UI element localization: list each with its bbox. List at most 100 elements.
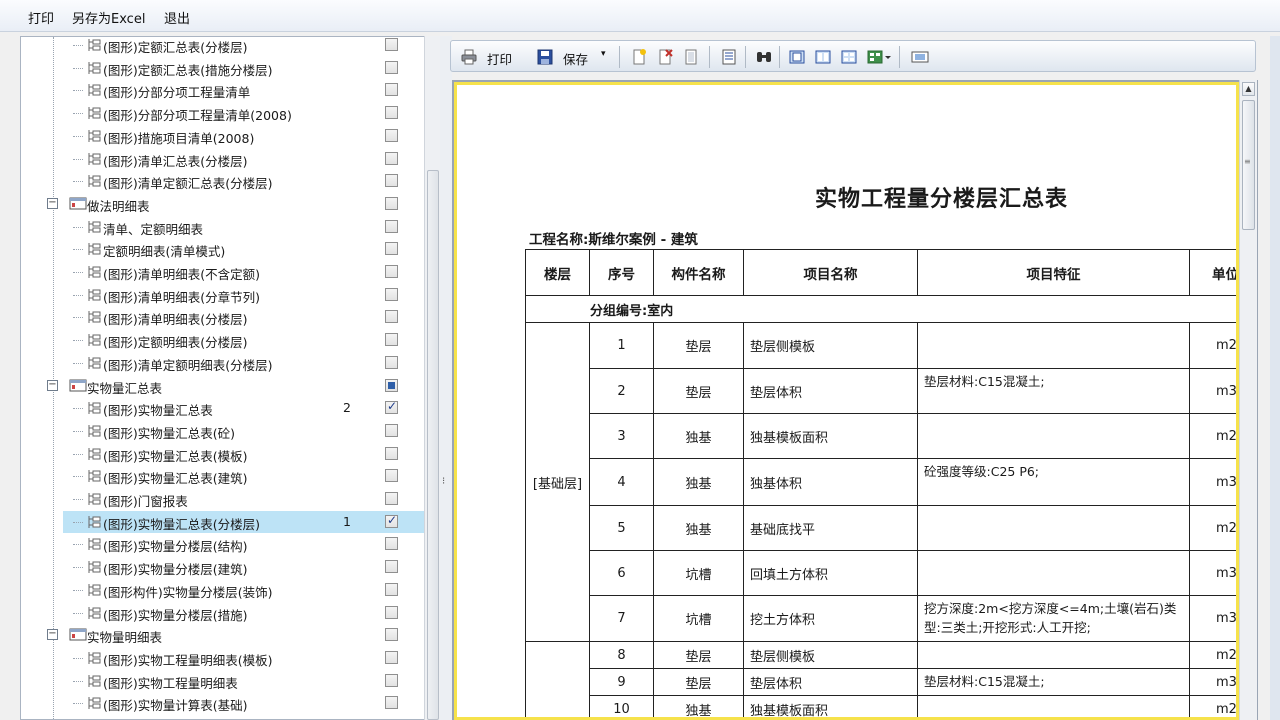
preview-scrollbar[interactable]: ▲ ≡ <box>1239 80 1257 720</box>
save-button[interactable]: 保存 ▾ <box>537 47 611 67</box>
print-button[interactable]: 打印 <box>461 47 521 67</box>
tree-item[interactable]: (图形)分部分项工程量清单 <box>21 79 417 101</box>
new-page-icon[interactable] <box>631 47 647 67</box>
tree-item-checkbox[interactable] <box>385 38 398 51</box>
tree-group-node[interactable]: − 实物量明细表 <box>21 624 417 646</box>
page-setup-icon[interactable] <box>721 47 737 67</box>
collapse-toggle-icon[interactable]: − <box>47 629 58 641</box>
tree-item-checkbox[interactable] <box>385 605 398 619</box>
tree-item-checkbox[interactable] <box>385 423 398 437</box>
tree-item[interactable]: (图形)实物量汇总表(建筑) <box>21 465 417 487</box>
tree-item[interactable]: (图形)清单明细表(分楼层) <box>21 306 417 328</box>
tree-item[interactable]: (图形)实物量汇总表(模板) <box>21 443 417 465</box>
tree-item-checkbox[interactable] <box>385 582 398 596</box>
report-doc-icon <box>88 39 101 51</box>
tree-item-checkbox[interactable] <box>385 696 398 710</box>
tree-item-label: (图形)实物工程量明细表(模板) <box>103 652 273 668</box>
multi-page-dropdown-icon[interactable] <box>867 47 891 67</box>
delete-page-icon[interactable] <box>657 47 673 67</box>
menu-bar: 打印 另存为Excel 退出 <box>0 0 1280 32</box>
tree-branch-line <box>73 612 83 614</box>
tree-item-checkbox[interactable] <box>385 469 398 483</box>
tree-item[interactable]: (图形构件)实物量分楼层(装饰) <box>21 579 417 601</box>
tree-item-checkbox[interactable] <box>385 287 398 301</box>
tree-item-checkbox[interactable] <box>385 196 398 210</box>
tree-item[interactable]: (图形)清单汇总表(分楼层) <box>21 148 417 170</box>
tree-item[interactable]: (图形)实物量汇总表 2 <box>21 397 417 419</box>
tree-branch-line <box>73 567 83 569</box>
tree-item-checkbox[interactable] <box>385 513 398 528</box>
feature-cell <box>917 641 1190 669</box>
tree-item[interactable]: (图形)分部分项工程量清单(2008) <box>21 102 417 124</box>
tree-item-checkbox[interactable] <box>385 151 398 165</box>
tree-item-checkbox[interactable] <box>385 355 398 369</box>
tree-item[interactable]: 清单、定额明细表 <box>21 216 417 238</box>
tree-item-checkbox[interactable] <box>385 333 398 347</box>
tree-item-checkbox[interactable] <box>385 492 398 505</box>
tree-item[interactable]: (图形)清单明细表(不含定额) <box>21 261 417 283</box>
tree-item[interactable]: (图形)措施项目清单(2008) <box>21 125 417 147</box>
two-page-icon[interactable] <box>815 47 831 67</box>
unit-cell: m3 <box>1189 595 1236 642</box>
tree-item-checkbox[interactable] <box>385 537 398 551</box>
tree-item-checkbox[interactable] <box>385 242 398 256</box>
tree-item[interactable]: (图形)实物量计算表(基础) <box>21 692 417 714</box>
tree-item[interactable]: (图形)定额汇总表(分楼层) <box>21 37 417 56</box>
tree-item-checkbox[interactable] <box>385 128 398 142</box>
tree-item-count: 2 <box>343 400 351 416</box>
tree-item-checkbox[interactable] <box>385 310 398 324</box>
tree-item[interactable]: (图形)清单明细表(分章节列) <box>21 284 417 306</box>
tree-item-checkbox[interactable] <box>385 446 398 460</box>
header-item: 项目名称 <box>743 249 918 296</box>
tree-item-label: (图形)实物工程量明细表 <box>103 675 238 691</box>
tree-group-node[interactable]: − 实物量汇总表 <box>21 375 417 397</box>
report-doc-icon <box>88 84 101 97</box>
tree-item-checkbox[interactable] <box>385 265 398 278</box>
tree-item-checkbox[interactable] <box>385 399 398 415</box>
panel-splitter[interactable]: ⁝ <box>440 36 452 720</box>
tree-item-checkbox[interactable] <box>385 628 398 642</box>
menu-save-excel[interactable]: 另存为Excel <box>72 8 145 27</box>
tree-item-checkbox[interactable] <box>385 60 398 74</box>
tree-item[interactable]: (图形)清单定额明细表(分楼层) <box>21 352 417 374</box>
tree-item[interactable]: (图形)门窗报表 <box>21 488 417 510</box>
tree-item[interactable]: (图形)实物量汇总表(砼) <box>21 420 417 442</box>
zoom-icon[interactable] <box>911 47 929 67</box>
tree-item-checkbox[interactable] <box>385 650 398 664</box>
tree-item[interactable]: (图形)清单定额汇总表(分楼层) <box>21 170 417 192</box>
tree-item[interactable]: (图形)实物量分楼层(结构) <box>21 533 417 555</box>
item-name-cell: 基础底找平 <box>743 505 918 551</box>
page-icon[interactable] <box>683 47 699 67</box>
tree-item[interactable]: (图形)实物量汇总表(分楼层) 1 <box>63 510 437 533</box>
tree-item-checkbox[interactable] <box>385 83 398 97</box>
tree-scrollbar[interactable] <box>424 36 440 720</box>
collapse-toggle-icon[interactable]: − <box>47 379 58 391</box>
menu-print[interactable]: 打印 <box>28 8 54 27</box>
tree-group-node[interactable]: − 做法明细表 <box>21 193 417 215</box>
single-page-icon[interactable] <box>789 47 805 67</box>
four-page-icon[interactable] <box>841 47 857 67</box>
tree-item-checkbox[interactable] <box>385 673 398 687</box>
find-icon[interactable] <box>755 47 773 67</box>
collapse-toggle-icon[interactable]: − <box>47 197 58 209</box>
tree-item-label: (图形)分部分项工程量清单 <box>103 85 251 101</box>
tree-item-checkbox[interactable] <box>385 378 398 392</box>
item-name-cell: 回填土方体积 <box>743 550 918 596</box>
tree-item-checkbox[interactable] <box>385 560 398 574</box>
tree-item[interactable]: (图形)定额汇总表(措施分楼层) <box>21 57 417 79</box>
tree-item-checkbox[interactable] <box>385 106 398 120</box>
tree-branch-line <box>73 657 83 659</box>
tree-item[interactable]: (图形)实物工程量明细表 <box>21 670 417 692</box>
report-doc-icon <box>88 424 101 437</box>
scroll-up-icon[interactable]: ▲ <box>1242 82 1255 96</box>
seq-cell: 10 <box>589 695 654 717</box>
menu-exit[interactable]: 退出 <box>164 8 190 27</box>
tree-item[interactable]: 定额明细表(清单模式) <box>21 238 417 260</box>
tree-item[interactable]: (图形)实物量分楼层(建筑) <box>21 556 417 578</box>
tree-scroll-thumb[interactable] <box>427 170 439 720</box>
tree-item-checkbox[interactable] <box>385 219 398 233</box>
tree-item-checkbox[interactable] <box>385 174 398 188</box>
tree-item[interactable]: (图形)实物工程量明细表(模板) <box>21 647 417 669</box>
tree-item[interactable]: (图形)实物量分楼层(措施) <box>21 602 417 624</box>
tree-item[interactable]: (图形)定额明细表(分楼层) <box>21 329 417 351</box>
